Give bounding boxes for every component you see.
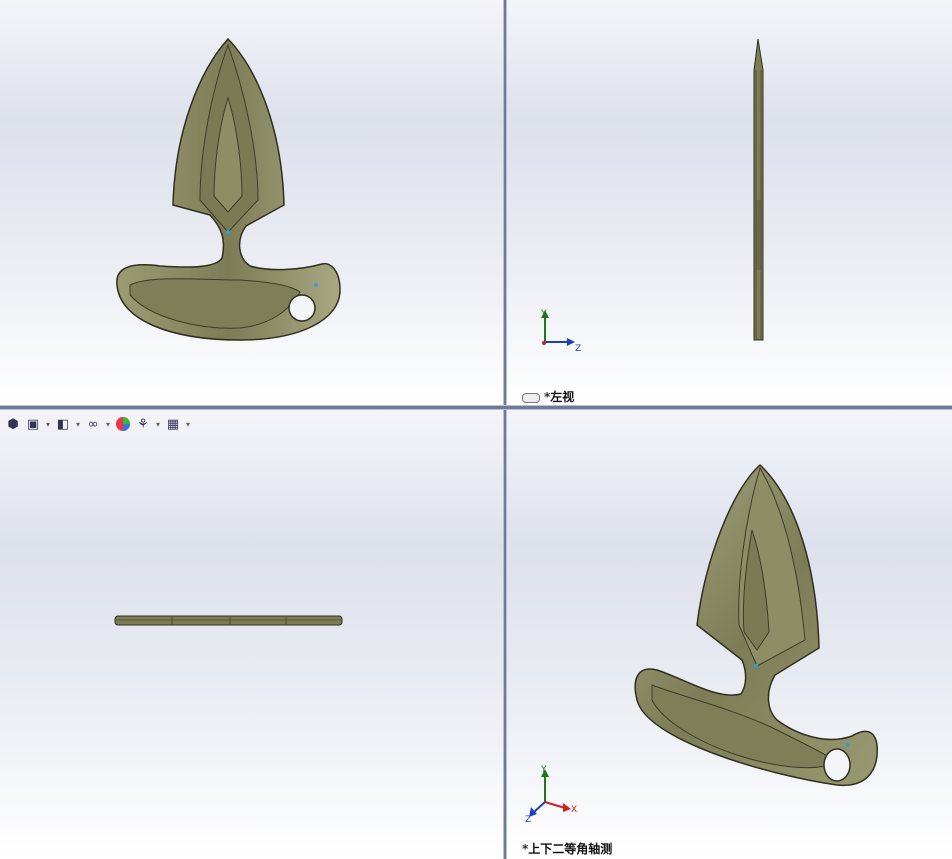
triad-z-label: Z [525, 815, 531, 825]
front-viewport[interactable] [0, 0, 503, 405]
left-viewport[interactable]: Y Z *左视 [507, 0, 952, 405]
triad-z-label: Z [575, 344, 581, 354]
isometric-model-view[interactable]: Y X Z [507, 410, 952, 859]
isometric-viewport[interactable]: Y X Z *上下二等角轴测 [507, 410, 952, 859]
front-model-view[interactable] [0, 0, 503, 405]
push-dagger-top [114, 615, 343, 626]
push-dagger-isometric [634, 463, 878, 786]
triad-y-label: Y [540, 765, 547, 775]
four-viewport-window: Y Z *左视 ⬢ ▣ ▾ ◧ ▾ ∞ ▾ ⚘ ▾ ▦ ▾ Y X Z *上下二… [0, 0, 952, 859]
view-name-left: *左视 [522, 388, 574, 405]
view-name-left-text: *左视 [544, 390, 575, 404]
push-dagger-left [753, 38, 764, 341]
left-model-view[interactable]: Y Z [507, 0, 952, 405]
top-model-view[interactable] [0, 410, 503, 859]
top-viewport[interactable]: ⬢ ▣ ▾ ◧ ▾ ∞ ▾ ⚘ ▾ ▦ ▾ [0, 410, 503, 859]
view-name-iso: *上下二等角轴测 [522, 842, 613, 856]
vertical-splitter[interactable] [503, 0, 507, 859]
glasses-icon [522, 392, 540, 403]
triad-y-label: Y [540, 309, 547, 319]
coordinate-triad [529, 769, 571, 817]
triad-x-label: X [571, 805, 577, 815]
push-dagger-front [116, 37, 341, 341]
horizontal-splitter[interactable] [0, 405, 952, 410]
